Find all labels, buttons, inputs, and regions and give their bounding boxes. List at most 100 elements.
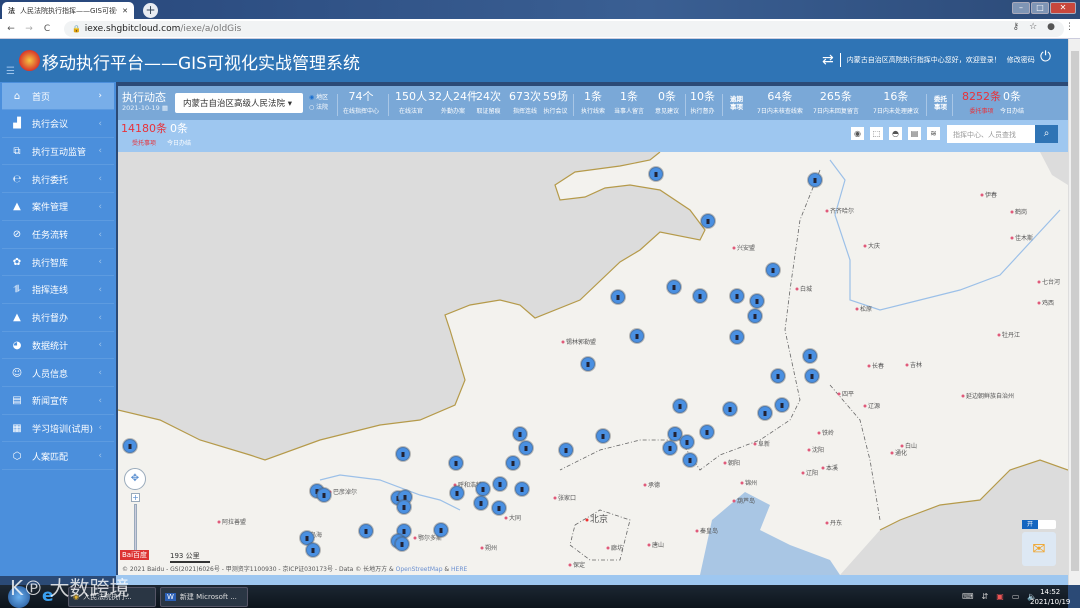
taskbar-word[interactable]: W 新建 Microsoft ... <box>160 587 248 607</box>
pan-control[interactable]: ✥ <box>124 468 146 490</box>
keyboard-icon[interactable]: ⌨ <box>962 592 974 601</box>
city-dot <box>825 209 829 213</box>
stat-item[interactable]: 8252条 委托事项 <box>962 88 1001 115</box>
radio-region[interactable]: ◉ 地区 <box>309 93 328 103</box>
stat-item[interactable]: 74个 在线指挥中心 <box>343 88 379 115</box>
gis-map[interactable]: 伊春 齐齐哈尔 鹤岗 佳木斯 大庆 兴安盟 白城 七台河 松原 鸡西 牡丹江 锡林郭勒盟 呼和浩特 长春吉… <box>118 152 1068 576</box>
city-dot <box>732 246 736 250</box>
minimize-button[interactable]: – <box>1012 2 1030 14</box>
map-search-input[interactable]: 指挥中心、人员查找 <box>947 125 1035 143</box>
stat-item[interactable]: 59场 执行会议 <box>543 88 568 115</box>
stat-item[interactable]: 0条 今日办结 <box>1000 88 1024 115</box>
stat-label: 当事人留言 <box>614 108 645 115</box>
officer-figure-icon <box>755 299 759 304</box>
sidebar-item-10[interactable]: ☺ 人员信息 ‹ <box>2 360 114 387</box>
meeting-icon: ▟ <box>13 118 21 130</box>
hamburger-menu-icon[interactable]: ☰ <box>6 66 15 77</box>
city-dot <box>795 287 799 291</box>
court-select[interactable]: 内蒙古自治区高级人民法院 ▾ <box>175 93 303 113</box>
star-icon[interactable]: ☆ <box>1029 22 1037 32</box>
stat-item[interactable]: 0条 意见建议 <box>655 88 679 115</box>
stat-label: 7日内未回复留言 <box>813 108 859 115</box>
close-tab-icon[interactable]: ✕ <box>122 7 128 15</box>
city-dot <box>647 543 651 547</box>
chevron-icon: ‹ <box>98 201 102 212</box>
locate-icon[interactable]: ◉ <box>851 127 864 140</box>
mail-icon[interactable]: ✉ <box>1022 532 1056 566</box>
map-canvas[interactable]: 伊春齐齐哈尔 鹤岗佳木斯大庆兴安盟白城七台河松原鸡西牡丹江锡林郭勒盟呼和浩特长春吉… <box>118 152 1068 576</box>
sidebar-item-7[interactable]: ⥮ 指挥连线 ‹ <box>2 277 114 304</box>
sidebar-item-9[interactable]: ◕ 数据统计 ‹ <box>2 332 114 360</box>
stat-item[interactable]: 673次 指挥连线 <box>509 88 541 115</box>
city-label: 沈阳 <box>812 446 824 454</box>
divider <box>722 94 723 116</box>
search-button[interactable]: ⌕ <box>1035 125 1058 143</box>
stat-item[interactable]: 1条 执行线索 <box>581 88 605 115</box>
close-window-button[interactable]: ✕ <box>1050 2 1076 14</box>
zoom-slider[interactable] <box>134 504 137 552</box>
page-scrollbar[interactable] <box>1068 39 1080 585</box>
stat-item[interactable]: 32人24件 外勤办案 <box>428 88 478 115</box>
dynamics-date[interactable]: 2021-10-19 ▦ <box>122 104 168 112</box>
stat-item[interactable]: 16条 7日内未处理建议 <box>873 88 919 115</box>
city-dot <box>855 307 859 311</box>
sidebar-item-4[interactable]: ▲ 案件管理 ‹ <box>2 194 114 221</box>
city-label: 大同 <box>509 514 521 522</box>
stat-value: 10条 <box>690 90 715 103</box>
city-label: 通化 <box>895 449 907 457</box>
case-icon: ▲ <box>13 201 21 213</box>
task-icon: ⊘ <box>12 229 22 240</box>
device-icon[interactable]: ▭ <box>1012 592 1020 601</box>
toggle-switch[interactable]: 开 <box>1022 520 1056 529</box>
stat-item[interactable]: 0条 今日办结 <box>167 120 191 147</box>
sidebar-item-2[interactable]: ⧉ 执行互动监管 ‹ <box>2 138 114 166</box>
stat-item[interactable]: 14180条 受托事项 <box>121 120 167 147</box>
app-tray-icon[interactable]: ▣ <box>996 592 1004 601</box>
key-icon[interactable]: ⚷ <box>1012 22 1019 32</box>
sidebar-item-5[interactable]: ⊘ 任务流转 ‹ <box>2 222 114 249</box>
stat-item[interactable]: 10条 执行督办 <box>690 88 715 115</box>
back-icon[interactable]: ← <box>4 24 18 34</box>
change-password-link[interactable]: 修改密码 <box>1007 55 1035 65</box>
city-label: 鹤岗 <box>1015 208 1027 216</box>
city-label: 锡林郭勒盟 <box>566 338 596 346</box>
network-icon[interactable]: ⇵ <box>982 592 989 601</box>
clock[interactable]: 14:52 2021/10/19 <box>1030 587 1070 607</box>
chevron-icon: ‹ <box>98 229 102 240</box>
new-tab-button[interactable]: + <box>143 3 158 18</box>
stat-item[interactable]: 265条 7日内未回复留言 <box>813 88 859 115</box>
stat-item[interactable]: 24次 取证留痕 <box>476 88 501 115</box>
sidebar-item-8[interactable]: ▲ 执行督办 ‹ <box>2 305 114 332</box>
sidebar-item-label: 学习培训(试用) <box>32 424 94 435</box>
here-link[interactable]: HERE <box>451 566 467 573</box>
maximize-button[interactable]: □ <box>1031 2 1049 14</box>
sidebar-item-13[interactable]: ⬡ 人案匹配 ‹ <box>2 443 114 471</box>
layers-icon[interactable]: ≋ <box>927 127 940 140</box>
url-input[interactable]: 🔒 iexe.shgbitcloud.com/iexe/a/oldGis <box>64 20 1064 37</box>
forward-icon[interactable]: → <box>22 24 36 34</box>
browser-tab[interactable]: 法 人民法院执行指挥——GIS可视化 ✕ <box>2 2 134 19</box>
reload-icon[interactable]: C <box>40 24 54 34</box>
sidebar-item-0[interactable]: ⌂ 首页 › <box>2 83 114 110</box>
menu-dots-icon[interactable]: ⋮ <box>1065 22 1074 32</box>
radio-court[interactable]: ○ 法院 <box>309 103 328 113</box>
sidebar-item-6[interactable]: ✿ 执行智库 ‹ <box>2 249 114 277</box>
stat-item[interactable]: 1条 当事人留言 <box>614 88 644 115</box>
city-dot <box>1037 301 1041 305</box>
sidebar-item-1[interactable]: ▟ 执行会议 ‹ <box>2 111 114 138</box>
profile-icon[interactable]: ● <box>1047 22 1055 32</box>
power-icon[interactable]: ⏻ <box>1040 49 1051 65</box>
sidebar-item-3[interactable]: ℮ 执行委托 ‹ <box>2 166 114 194</box>
message-icon[interactable]: ▤ <box>908 127 921 140</box>
switch-icon[interactable]: ⇄ <box>822 52 834 68</box>
select-area-icon[interactable]: ⬚ <box>870 127 883 140</box>
osm-link[interactable]: OpenStreetMap <box>396 566 443 573</box>
zoom-in-button[interactable]: + <box>131 493 140 502</box>
stat-label: 在线法官 <box>398 108 423 115</box>
stat-item[interactable]: 150人 在线法官 <box>395 88 427 115</box>
sidebar-item-11[interactable]: ▤ 新闻宣传 ‹ <box>2 388 114 415</box>
layer-point-icon[interactable]: ◓ <box>889 127 902 140</box>
city-label: 阜新 <box>758 440 770 448</box>
stat-item[interactable]: 64条 7日内未核查线索 <box>757 88 803 115</box>
sidebar-item-12[interactable]: ▦ 学习培训(试用) ‹ <box>2 415 114 443</box>
